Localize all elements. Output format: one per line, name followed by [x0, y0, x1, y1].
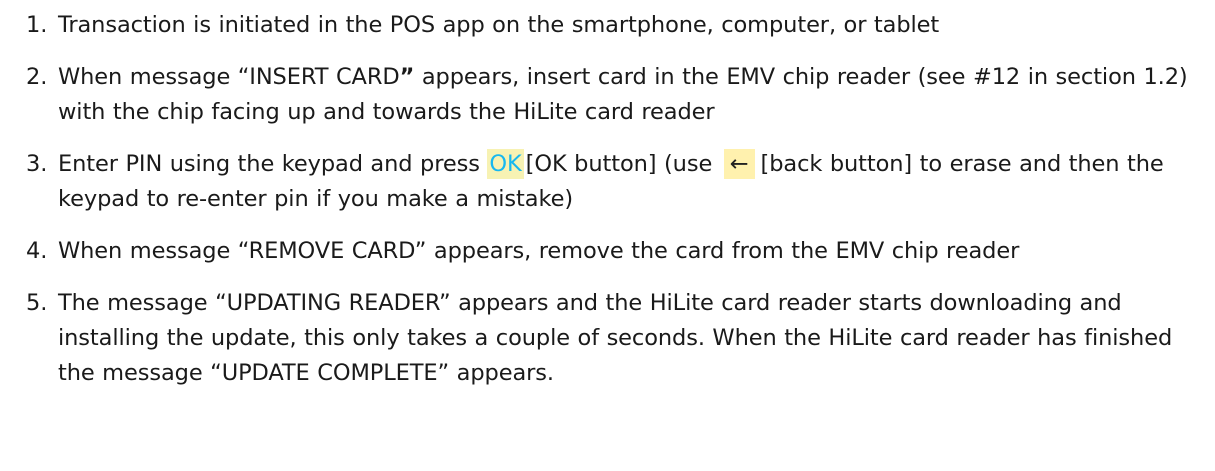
step-number: 4. — [26, 238, 48, 264]
back-arrow-icon: ← — [723, 149, 755, 179]
step-number: 3. — [26, 151, 48, 177]
step-text-part2: [OK button] (use — [525, 151, 720, 177]
step-text: The message “UPDATING READER” appears an… — [58, 290, 1173, 386]
step-text-bold-quote: ” — [399, 64, 415, 90]
step-number: 5. — [26, 290, 48, 316]
step-number: 1. — [26, 12, 48, 38]
step-5: 5. The message “UPDATING READER” appears… — [0, 286, 1215, 391]
steps-list: 1. Transaction is initiated in the POS a… — [0, 8, 1215, 391]
ok-button-icon: OK — [487, 149, 524, 179]
step-text: When message “REMOVE CARD” appears, remo… — [58, 238, 1020, 264]
step-number: 2. — [26, 64, 48, 90]
instructions-document: 1. Transaction is initiated in the POS a… — [0, 0, 1215, 471]
step-2: 2. When message “INSERT CARD” appears, i… — [0, 60, 1215, 130]
step-text-part1: When message “INSERT CARD — [58, 64, 400, 90]
step-text-part1: Enter PIN using the keypad and press — [58, 151, 488, 177]
step-3: 3. Enter PIN using the keypad and press … — [0, 147, 1215, 217]
step-1: 1. Transaction is initiated in the POS a… — [0, 8, 1215, 43]
step-text: Transaction is initiated in the POS app … — [58, 12, 940, 38]
step-4: 4. When message “REMOVE CARD” appears, r… — [0, 234, 1215, 269]
